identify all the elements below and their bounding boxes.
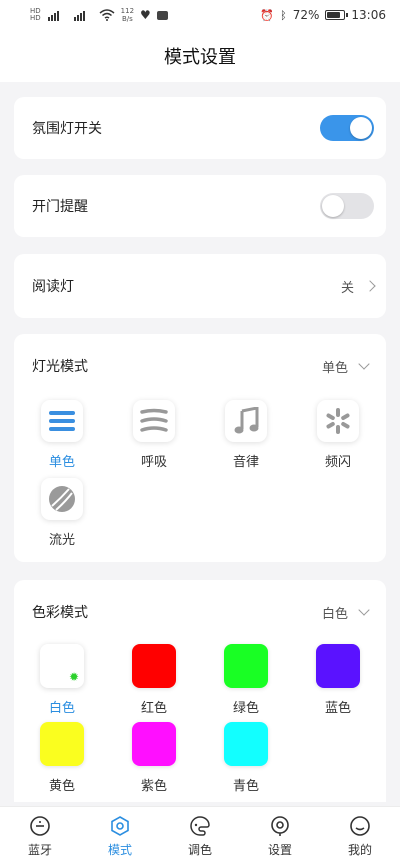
color-label: 红色: [140, 701, 167, 716]
color-mode-header[interactable]: 色彩模式 白色: [32, 602, 372, 622]
reading-light-value: 关: [340, 280, 354, 296]
network-speed: 112 B/s: [120, 7, 135, 23]
door-reminder-label: 开门提醒: [32, 199, 88, 215]
color-item-cyan[interactable]: 青色: [220, 722, 272, 794]
tab-label: 蓝牙: [27, 843, 52, 857]
toggle-knob: [322, 195, 344, 217]
light-mode-label: 流光: [48, 533, 75, 548]
tab-settings[interactable]: 设置: [240, 807, 320, 866]
light-mode-item-single[interactable]: 单色: [36, 400, 88, 470]
mode-icon: [111, 816, 129, 836]
signal-icon: [47, 11, 59, 21]
tab-label: 我的: [347, 843, 372, 857]
tab-bluetooth[interactable]: 蓝牙: [0, 807, 80, 866]
lines-icon: [41, 400, 83, 442]
chevron-down-icon: [358, 358, 370, 370]
sim-indicator: HD HD: [30, 7, 41, 22]
color-swatch: [40, 722, 84, 766]
light-mode-item-breath[interactable]: 呼吸: [128, 400, 180, 470]
page-header: 模式设置: [0, 30, 400, 82]
tab-profile[interactable]: 我的: [320, 807, 400, 866]
color-item-green[interactable]: 绿色: [220, 644, 272, 716]
bluetooth-status-icon: ᛒ: [280, 8, 287, 22]
color-mode-title: 色彩模式: [32, 605, 88, 621]
color-item-white[interactable]: ✹ 白色: [36, 644, 88, 716]
alarm-icon: ⏰: [260, 8, 275, 22]
light-mode-label: 频闪: [324, 455, 351, 470]
tab-label: 调色: [187, 843, 212, 857]
ambient-light-toggle[interactable]: [320, 115, 374, 141]
door-reminder-toggle[interactable]: [320, 193, 374, 219]
wave-icon: [133, 400, 175, 442]
color-swatch: [316, 644, 360, 688]
color-swatch: [224, 722, 268, 766]
door-reminder-card: 开门提醒: [14, 175, 386, 237]
color-item-purple[interactable]: 紫色: [128, 722, 180, 794]
message-icon: [156, 10, 168, 20]
color-item-blue[interactable]: 蓝色: [312, 644, 364, 716]
color-swatch: [224, 644, 268, 688]
flash-icon: [317, 400, 359, 442]
bottom-tab-bar: 蓝牙 模式 调色 设置 我的: [0, 806, 400, 866]
color-label: 蓝色: [324, 701, 351, 716]
page-title: 模式设置: [164, 47, 236, 68]
wifi-icon: [99, 9, 115, 21]
ambient-light-card: 氛围灯开关: [14, 97, 386, 159]
color-swatch: [132, 644, 176, 688]
battery-percent: 72%: [292, 8, 320, 22]
sun-icon: ✹: [68, 670, 79, 684]
color-label: 白色: [48, 701, 75, 716]
palette-icon: [190, 816, 210, 836]
status-bar: HD HD 112 B/s ♥ ⏰ ᛒ 72% 13:06: [0, 0, 400, 30]
music-note-icon: [225, 400, 267, 442]
tab-mode[interactable]: 模式: [80, 807, 160, 866]
color-mode-card: 色彩模式 白色 ✹ 白色 红色 绿色 蓝色 黄色 紫色 青色: [14, 580, 386, 802]
clock: 13:06: [351, 8, 386, 22]
light-mode-item-flow[interactable]: 流光: [36, 478, 88, 548]
light-mode-header[interactable]: 灯光模式 单色: [32, 356, 372, 376]
reading-light-card[interactable]: 阅读灯 关: [14, 254, 386, 318]
color-label: 黄色: [48, 779, 75, 794]
status-left: HD HD 112 B/s ♥: [30, 7, 168, 23]
color-label: 青色: [232, 779, 259, 794]
ball-icon: [41, 478, 83, 520]
color-label: 绿色: [232, 701, 259, 716]
light-mode-item-flash[interactable]: 频闪: [312, 400, 364, 470]
tab-palette[interactable]: 调色: [160, 807, 240, 866]
light-mode-card: 灯光模式 单色 单色 呼吸 音律 频闪 流光: [14, 334, 386, 562]
reading-light-label: 阅读灯: [32, 279, 74, 295]
battery-icon: [325, 10, 349, 20]
chevron-down-icon: [358, 604, 370, 616]
light-mode-title: 灯光模式: [32, 359, 88, 375]
profile-icon: [350, 816, 370, 836]
color-swatch: ✹: [40, 644, 84, 688]
color-item-yellow[interactable]: 黄色: [36, 722, 88, 794]
light-mode-value: 单色: [321, 360, 348, 376]
tab-label: 设置: [267, 843, 292, 857]
toggle-knob: [350, 117, 372, 139]
ambient-light-label: 氛围灯开关: [32, 121, 102, 137]
signal-icon-2: [73, 11, 85, 21]
heart-icon: ♥: [140, 8, 151, 22]
color-swatch: [132, 722, 176, 766]
status-right: ⏰ ᛒ 72% 13:06: [260, 8, 386, 22]
color-mode-value: 白色: [321, 606, 348, 622]
light-mode-label: 音律: [232, 455, 259, 470]
chevron-right-icon: [364, 280, 376, 292]
settings-icon: [271, 816, 289, 836]
color-label: 紫色: [140, 779, 167, 794]
bluetooth-icon: [30, 816, 50, 836]
tab-label: 模式: [107, 843, 132, 857]
light-mode-item-music[interactable]: 音律: [220, 400, 272, 470]
light-mode-label: 单色: [48, 455, 75, 470]
light-mode-label: 呼吸: [140, 455, 167, 470]
color-item-red[interactable]: 红色: [128, 644, 180, 716]
